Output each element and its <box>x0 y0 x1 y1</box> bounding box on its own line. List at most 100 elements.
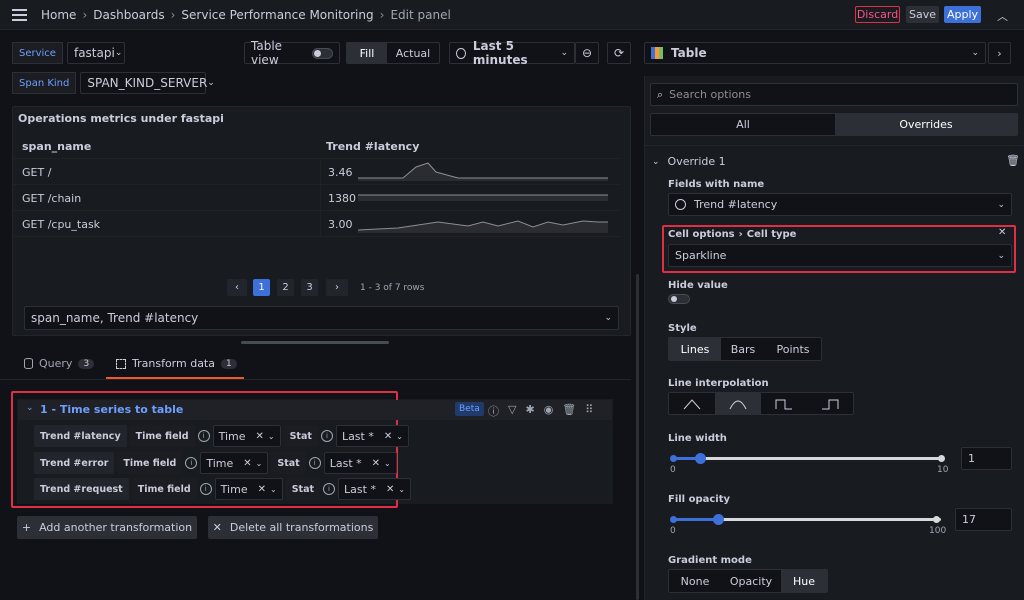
chevron-down-icon: ⌄ <box>396 431 403 441</box>
add-transformation-button[interactable]: + Add another transformation <box>17 516 197 539</box>
collapse-chevron-icon[interactable]: ︿ <box>997 8 1008 24</box>
panel-title: Operations metrics under fastapi <box>18 112 224 125</box>
hide-value-toggle[interactable] <box>668 294 690 304</box>
clear-icon[interactable]: ✕ <box>258 484 266 495</box>
fields-with-name-select[interactable]: Trend #latency ⌄ <box>668 193 1012 216</box>
interpolation-linear-icon[interactable] <box>669 393 715 414</box>
info-icon[interactable]: ⓘ <box>488 403 499 419</box>
style-radio: Lines Bars Points <box>668 337 822 361</box>
breadcrumb-dashboard[interactable]: Service Performance Monitoring <box>181 8 373 22</box>
line-width-max-mark <box>938 455 945 462</box>
refresh-button[interactable]: ⟳ <box>607 42 631 64</box>
tab-overrides[interactable]: Overrides <box>835 114 1017 135</box>
info-icon[interactable]: i <box>199 483 212 495</box>
debug-icon[interactable]: ✱ <box>525 403 534 419</box>
fill-opacity-thumb[interactable] <box>713 514 724 525</box>
gradient-mode-radio: None Opacity Hue <box>668 569 828 593</box>
splitter-handle[interactable] <box>241 341 389 344</box>
interpolation-step-after-icon[interactable] <box>807 393 853 414</box>
next-page-button[interactable]: › <box>326 279 348 296</box>
interpolation-smooth-icon[interactable] <box>715 393 761 414</box>
info-icon[interactable]: i <box>308 457 321 469</box>
save-button[interactable]: Save <box>906 6 939 23</box>
transformation-actions: ⓘ ▽ ✱ ◉ 🗑 ⠿ <box>488 403 593 419</box>
line-width-thumb[interactable] <box>695 453 706 464</box>
time-field-select[interactable]: Time ✕ ⌄ <box>214 478 283 500</box>
eye-icon[interactable]: ◉ <box>544 403 554 419</box>
stat-select[interactable]: Last * ✕ ⌄ <box>323 452 397 474</box>
clear-icon[interactable]: ✕ <box>243 458 251 469</box>
info-icon[interactable]: i <box>323 483 336 495</box>
time-field-select[interactable]: Time ✕ ⌄ <box>212 425 281 447</box>
cell-type-select[interactable]: Sparkline ⌄ <box>668 244 1012 267</box>
clear-icon[interactable]: ✕ <box>386 484 394 495</box>
time-range-picker[interactable]: Last 5 minutes ⌄ <box>449 39 575 67</box>
drag-handle-icon[interactable]: ⠿ <box>585 403 593 419</box>
page-2-button[interactable]: 2 <box>277 279 294 296</box>
clear-icon[interactable]: ✕ <box>372 458 380 469</box>
cell-divider <box>320 185 321 211</box>
breadcrumb-separator-icon: › <box>379 8 385 22</box>
fill-opacity-label: Fill opacity <box>668 494 731 505</box>
table-row: GET /cpu_task 3.00 <box>12 211 620 237</box>
toggle-switch[interactable] <box>311 47 333 59</box>
delete-transformations-button[interactable]: ✕ Delete all transformations <box>208 516 378 539</box>
discard-button[interactable]: Discard <box>855 6 900 23</box>
line-width-input[interactable]: 1 <box>961 447 1012 470</box>
table-view-toggle[interactable]: Table view <box>244 39 340 67</box>
transformation-title[interactable]: 1 - Time series to table <box>40 403 183 416</box>
gradient-opacity[interactable]: Opacity <box>721 570 781 592</box>
style-points[interactable]: Points <box>765 338 821 360</box>
override-header[interactable]: ⌄ Override 1 <box>652 155 726 168</box>
tab-all[interactable]: All <box>651 114 835 135</box>
footer-fields-select[interactable]: span_name, Trend #latency ⌄ <box>24 306 619 330</box>
time-field-label: Time field <box>129 425 195 447</box>
breadcrumb-home[interactable]: Home <box>41 8 76 22</box>
info-icon[interactable]: i <box>320 430 333 442</box>
service-select[interactable]: fastapi ⌄ <box>66 42 125 64</box>
filter-icon[interactable]: ▽ <box>508 403 516 419</box>
interpolation-step-before-icon[interactable] <box>761 393 807 414</box>
options-tabs: All Overrides <box>650 113 1018 136</box>
time-field-select[interactable]: Time ✕ ⌄ <box>200 452 269 474</box>
prev-page-button[interactable]: ‹ <box>227 279 247 296</box>
page-1-button[interactable]: 1 <box>253 279 270 296</box>
stat-select[interactable]: Last * ✕ ⌄ <box>335 425 409 447</box>
clear-icon[interactable]: ✕ <box>384 431 392 442</box>
breadcrumb-dashboards[interactable]: Dashboards <box>93 8 164 22</box>
info-icon[interactable]: i <box>197 430 210 442</box>
delete-override-icon[interactable]: 🗑 <box>1006 154 1020 167</box>
remove-property-icon[interactable]: ✕ <box>998 227 1006 238</box>
chevron-down-icon: ⌄ <box>114 48 123 58</box>
column-header-span-name[interactable]: span_name <box>22 133 91 159</box>
span-kind-select[interactable]: SPAN_KIND_SERVER ⌄ <box>80 72 215 94</box>
page-3-button[interactable]: 3 <box>301 279 318 296</box>
style-lines[interactable]: Lines <box>669 338 721 360</box>
tab-query[interactable]: Query 3 <box>24 357 95 370</box>
clear-icon[interactable]: ✕ <box>256 431 264 442</box>
fill-opacity-input[interactable]: 17 <box>955 508 1012 531</box>
left-scrollbar[interactable] <box>636 274 639 600</box>
zoom-out-button[interactable]: ⊖ <box>575 42 599 64</box>
fill-option[interactable]: Fill <box>347 43 387 63</box>
actual-option[interactable]: Actual <box>387 43 439 63</box>
collapse-icon[interactable]: ⌄ <box>26 403 34 413</box>
apply-button[interactable]: Apply <box>944 6 981 23</box>
gradient-none[interactable]: None <box>669 570 721 592</box>
style-bars[interactable]: Bars <box>721 338 765 360</box>
column-header-trend-latency[interactable]: Trend #latency <box>326 133 419 159</box>
search-options-input[interactable]: ⌕ Search options <box>650 83 1018 106</box>
fill-actual-radio: Fill Actual <box>346 42 440 64</box>
info-icon[interactable]: i <box>185 457 198 469</box>
menu-icon[interactable] <box>12 8 27 22</box>
tab-transform-data[interactable]: Transform data 1 <box>116 357 237 370</box>
sparkline <box>358 159 608 185</box>
line-width-track[interactable] <box>673 457 941 460</box>
search-icon: ⌕ <box>657 87 664 101</box>
visualization-picker[interactable]: Table ⌄ <box>644 42 986 64</box>
stat-select[interactable]: Last * ✕ ⌄ <box>338 478 412 500</box>
trash-icon[interactable]: 🗑 <box>562 403 576 419</box>
gradient-hue[interactable]: Hue <box>781 570 827 592</box>
span-kind-variable-label: Span Kind <box>12 72 77 94</box>
collapse-options-button[interactable]: › <box>988 42 1011 64</box>
